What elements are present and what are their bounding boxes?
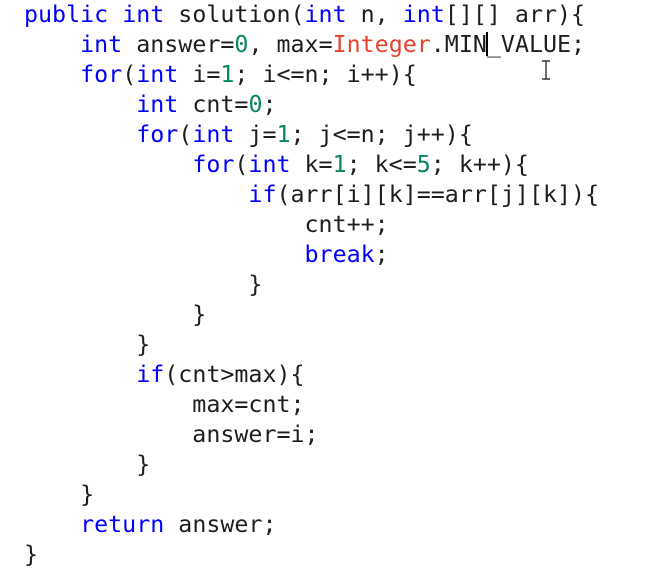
- keyword-token: int: [80, 31, 123, 58]
- code-line[interactable]: answer=i;: [24, 420, 599, 450]
- code-line[interactable]: for(int j=1; j<=n; j++){: [24, 120, 599, 150]
- keyword-token: int: [304, 1, 347, 28]
- keyword-token: for: [80, 61, 123, 88]
- code-token: ; k<=: [346, 151, 417, 178]
- code-token: answer;: [164, 511, 277, 538]
- code-token: solution(: [164, 1, 305, 28]
- code-token: (cnt>max){: [164, 361, 305, 388]
- code-token: _VALUE;: [486, 31, 586, 58]
- code-token: n,: [346, 1, 403, 28]
- code-line[interactable]: int cnt=0;: [24, 90, 599, 120]
- keyword-token: for: [136, 121, 179, 148]
- code-line[interactable]: int answer=0, max=Integer.MIN_VALUE;: [24, 30, 599, 60]
- keyword-token: public: [24, 1, 109, 28]
- keyword-token: int: [192, 121, 235, 148]
- number-token: 1: [276, 121, 291, 148]
- code-line[interactable]: for(int i=1; i<=n; i++){: [24, 60, 599, 90]
- code-line[interactable]: max=cnt;: [24, 390, 599, 420]
- code-token: k=: [290, 151, 333, 178]
- code-token: }: [24, 481, 95, 508]
- code-line[interactable]: return answer;: [24, 510, 599, 540]
- code-token: (arr[i][k]==arr[j][k]){: [276, 181, 600, 208]
- code-line[interactable]: }: [24, 270, 599, 300]
- keyword-token: int: [248, 151, 291, 178]
- keyword-token: int: [122, 1, 165, 28]
- code-token: .MIN: [430, 31, 487, 58]
- code-editor[interactable]: public int solution(int n, int[][] arr){…: [0, 0, 666, 580]
- code-token: ;: [374, 241, 389, 268]
- keyword-token: int: [136, 91, 179, 118]
- code-token: (: [234, 151, 249, 178]
- number-token: 0: [248, 91, 263, 118]
- code-token: }: [24, 301, 207, 328]
- code-token: j=: [234, 121, 277, 148]
- text-cursor-icon: [542, 60, 550, 80]
- keyword-token: if: [248, 181, 277, 208]
- number-token: 0: [234, 31, 249, 58]
- code-token: ; j<=n; j++){: [290, 121, 473, 148]
- code-token: i=: [178, 61, 221, 88]
- code-token: (: [122, 61, 137, 88]
- code-block[interactable]: public int solution(int n, int[][] arr){…: [24, 0, 599, 570]
- code-line[interactable]: cnt++;: [24, 210, 599, 240]
- code-token: answer=: [122, 31, 235, 58]
- code-line[interactable]: }: [24, 330, 599, 360]
- code-line[interactable]: }: [24, 450, 599, 480]
- code-token: ;: [262, 91, 277, 118]
- code-token: cnt++;: [24, 211, 389, 238]
- code-line[interactable]: break;: [24, 240, 599, 270]
- code-token: answer=i;: [24, 421, 319, 448]
- code-token: ; i<=n; i++){: [234, 61, 417, 88]
- code-token: ; k++){: [430, 151, 529, 178]
- keyword-token: int: [136, 61, 179, 88]
- code-token: }: [24, 451, 151, 478]
- code-line[interactable]: }: [24, 540, 599, 570]
- keyword-token: return: [80, 511, 165, 538]
- code-token: cnt=: [178, 91, 249, 118]
- keyword-token: break: [304, 241, 375, 268]
- code-token: }: [24, 271, 263, 298]
- code-line[interactable]: for(int k=1; k<=5; k++){: [24, 150, 599, 180]
- keyword-token: for: [192, 151, 235, 178]
- code-line[interactable]: if(cnt>max){: [24, 360, 599, 390]
- code-token: }: [24, 541, 39, 568]
- code-line[interactable]: public int solution(int n, int[][] arr){: [24, 0, 599, 30]
- code-line[interactable]: }: [24, 480, 599, 510]
- code-token: max=cnt;: [24, 391, 305, 418]
- number-token: 1: [220, 61, 235, 88]
- class-token: Integer: [332, 31, 431, 58]
- keyword-token: if: [136, 361, 165, 388]
- code-token: }: [24, 331, 151, 358]
- code-token: (: [178, 121, 193, 148]
- keyword-token: int: [402, 1, 445, 28]
- number-token: 1: [332, 151, 347, 178]
- code-token: , max=: [248, 31, 333, 58]
- number-token: 5: [416, 151, 431, 178]
- code-line[interactable]: }: [24, 300, 599, 330]
- code-line[interactable]: if(arr[i][k]==arr[j][k]){: [24, 180, 599, 210]
- code-token: [][] arr){: [444, 1, 586, 28]
